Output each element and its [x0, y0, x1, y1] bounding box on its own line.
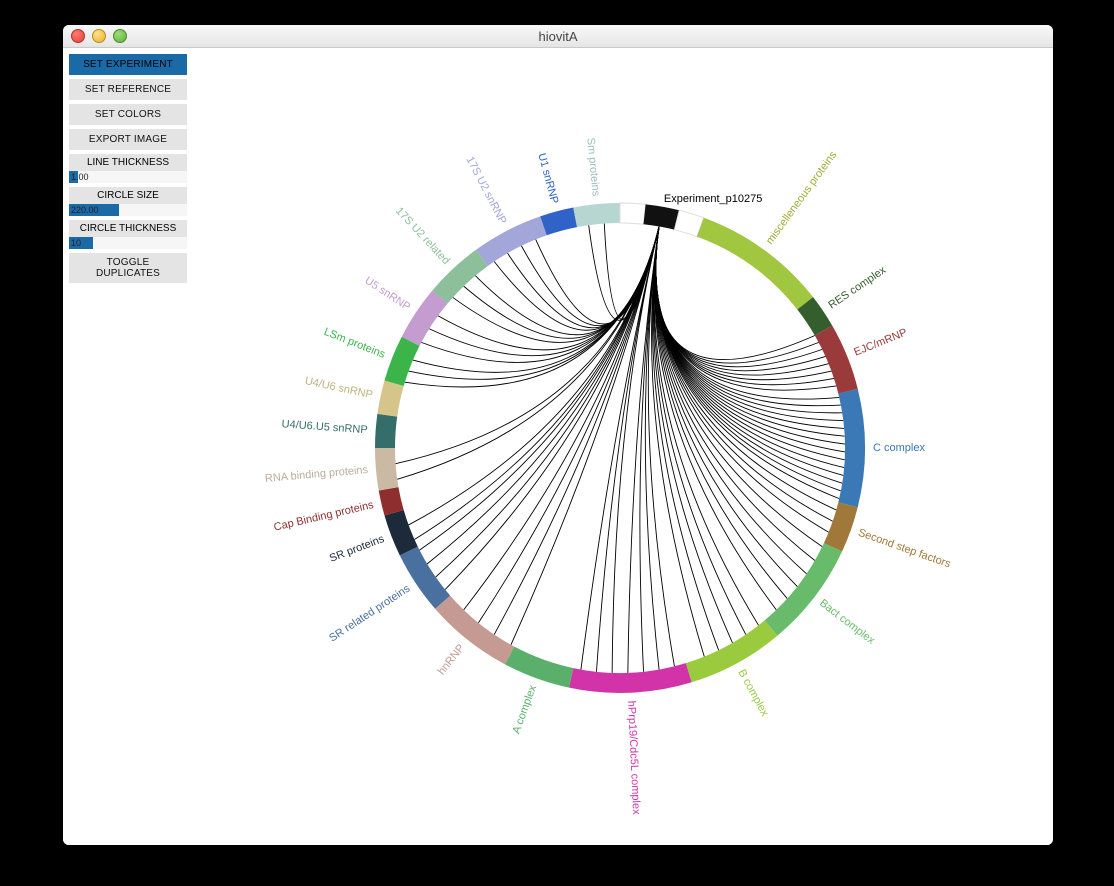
segment-u4-u6-snrnp[interactable]	[377, 380, 403, 416]
segment-label: Second step factors	[857, 527, 953, 571]
chord	[654, 226, 746, 634]
segment--gap1[interactable]	[620, 203, 646, 224]
segment-bact-complex[interactable]	[765, 543, 842, 636]
segment-label: miscelleneous proteins	[764, 149, 840, 247]
segment-sr-related-proteins[interactable]	[400, 547, 450, 609]
chord	[654, 226, 758, 625]
segment-label: B complex	[736, 667, 771, 718]
chord	[429, 226, 659, 355]
set-experiment-button[interactable]: SET EXPERIMENT	[69, 54, 187, 75]
line-thickness-block: LINE THICKNESS 1.00	[69, 154, 187, 183]
segment-c-complex[interactable]	[838, 389, 865, 508]
export-image-button[interactable]: EXPORT IMAGE	[69, 129, 187, 150]
segment-u1-snrnp[interactable]	[540, 208, 577, 236]
chord-diagram: C complex Second step factors Bact complex…	[188, 48, 1053, 845]
minimize-icon[interactable]	[92, 29, 106, 43]
sidebar: SET EXPERIMENT SET REFERENCE SET COLORS …	[69, 54, 187, 283]
chord	[652, 226, 705, 656]
segment-label: A complex	[510, 683, 539, 735]
zoom-icon[interactable]	[113, 29, 127, 43]
segment-label: Bact complex	[817, 597, 877, 647]
segment-label: RES complex	[826, 264, 888, 311]
chord	[396, 226, 660, 463]
segment-label: Experiment_p10275	[664, 193, 762, 205]
set-colors-button[interactable]: SET COLORS	[69, 104, 187, 125]
segment-experiment-p10275[interactable]	[644, 204, 680, 229]
circle-thickness-label: CIRCLE THICKNESS	[69, 220, 187, 237]
segment-label: RNA binding proteins	[264, 464, 368, 485]
line-thickness-value[interactable]: 1.00	[69, 171, 187, 183]
segment-hnrnp[interactable]	[435, 596, 514, 665]
segment-label: SR proteins	[328, 533, 386, 565]
window-content: SET EXPERIMENT SET REFERENCE SET COLORS …	[63, 48, 1053, 845]
circle-size-value[interactable]: 220.00	[69, 204, 187, 216]
segment-label: Sm proteins	[584, 137, 602, 197]
circle-size-label: CIRCLE SIZE	[69, 187, 187, 204]
segment-label: 17S U2 related	[393, 205, 452, 267]
segment-label: U5 snRNP	[362, 275, 412, 314]
segment-label: hPrp19/Cdc5L complex	[625, 700, 642, 815]
segment-ejc-mrnp[interactable]	[815, 326, 858, 394]
segment-label: U4/U6.U5 snRNP	[281, 418, 368, 436]
segment-sr-proteins[interactable]	[384, 510, 417, 555]
window-title: hiovitA	[63, 29, 1053, 44]
chord	[445, 226, 659, 589]
line-thickness-label: LINE THICKNESS	[69, 154, 187, 171]
segment-label: U4/U6 snRNP	[304, 375, 374, 401]
toggle-duplicates-button[interactable]: TOGGLEDUPLICATES	[69, 253, 187, 283]
segment-label: SR related proteins	[327, 582, 413, 644]
segment-rna-binding-proteins[interactable]	[375, 448, 398, 491]
chord	[464, 226, 659, 609]
segment-hprp19-cdc5l-complex[interactable]	[569, 663, 692, 693]
circle-thickness-block: CIRCLE THICKNESS 10	[69, 220, 187, 249]
circle-size-block: CIRCLE SIZE 220.00	[69, 187, 187, 216]
chord	[655, 226, 777, 609]
titlebar[interactable]: hiovitA	[63, 25, 1053, 48]
segment-label: LSm proteins	[322, 326, 387, 361]
segment-b-complex[interactable]	[686, 620, 778, 682]
chord	[581, 226, 659, 669]
segment-a-complex[interactable]	[505, 647, 573, 688]
segment-u4-u6-u5-snrnp[interactable]	[375, 414, 397, 448]
segment-miscelleneous-proteins[interactable]	[697, 218, 813, 310]
close-icon[interactable]	[71, 29, 85, 43]
segment-label: Cap Binding proteins	[273, 499, 376, 534]
segment-label: U1 snRNP	[535, 152, 560, 205]
segment-label: 17S U2 snRNP	[463, 155, 508, 227]
segment-label: EJC/mRNP	[852, 327, 909, 359]
traffic-lights	[71, 29, 127, 43]
chord	[521, 226, 659, 325]
circle-thickness-value[interactable]: 10	[69, 237, 187, 249]
segment-label: hnRNP	[436, 642, 467, 677]
segment-label: C complex	[873, 442, 925, 454]
segment-lsm-proteins[interactable]	[384, 337, 419, 386]
app-window: hiovitA SET EXPERIMENT SET REFERENCE SET…	[63, 25, 1053, 845]
chord	[494, 226, 659, 634]
chord	[409, 226, 660, 525]
chord	[653, 226, 732, 642]
segment-second-step-factors[interactable]	[824, 502, 858, 551]
segment-sm-proteins[interactable]	[573, 203, 620, 227]
set-reference-button[interactable]: SET REFERENCE	[69, 79, 187, 100]
segment-u5-snrnp[interactable]	[402, 291, 448, 346]
